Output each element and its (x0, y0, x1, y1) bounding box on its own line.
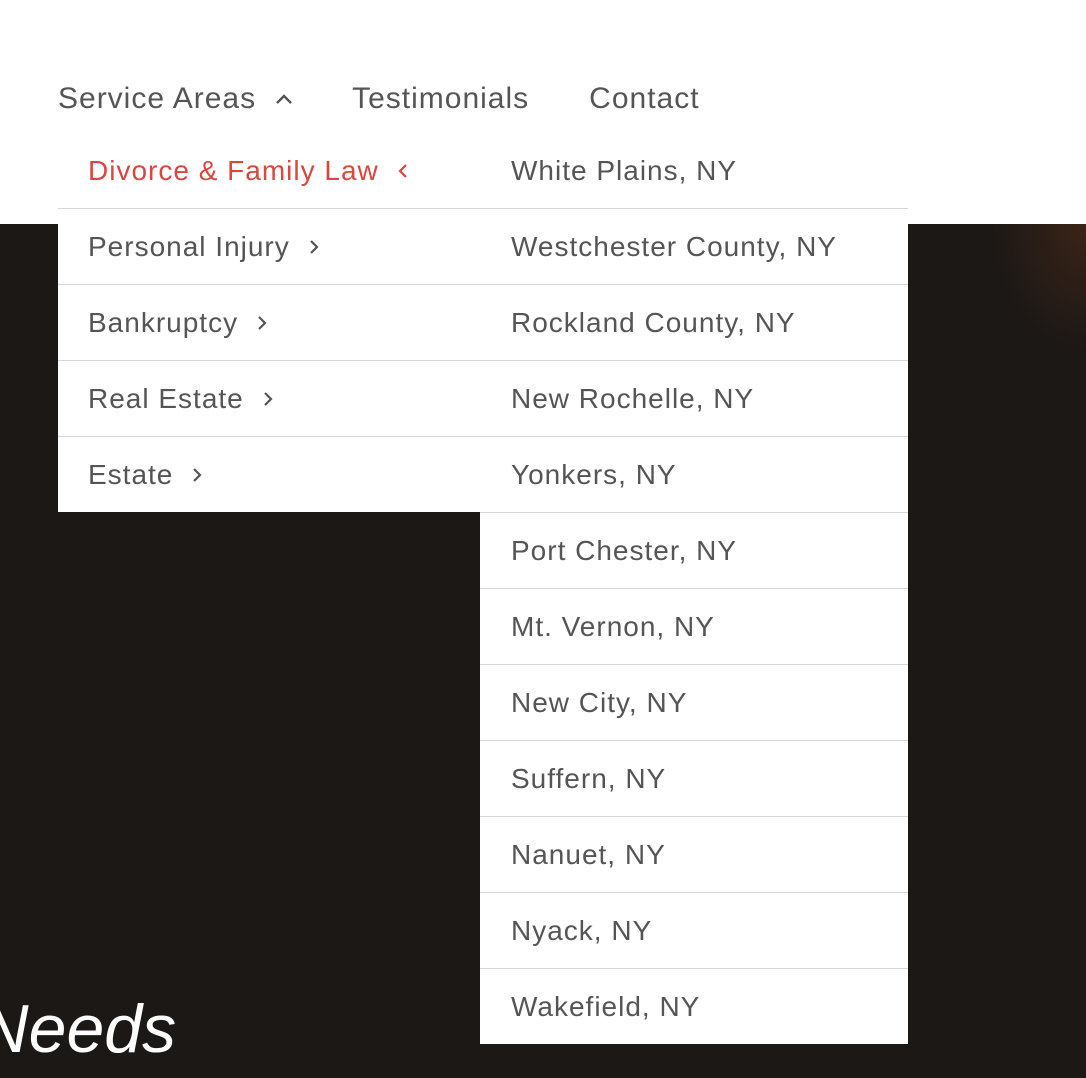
chevron-right-icon (262, 390, 274, 408)
location-item[interactable]: Yonkers, NY (480, 437, 908, 513)
menu-item-label: Estate (88, 458, 174, 490)
menu-item-label: Bankruptcy (88, 306, 239, 338)
menu-item-divorce-family-law[interactable]: Divorce & Family Law (58, 134, 480, 209)
menu-item-real-estate[interactable]: Real Estate (58, 361, 480, 437)
nav-service-areas-label: Service Areas (58, 82, 257, 115)
location-item[interactable]: Port Chester, NY (480, 513, 908, 589)
chevron-left-icon (397, 162, 409, 180)
chevron-right-icon (256, 314, 268, 332)
location-item[interactable]: Westchester County, NY (480, 209, 908, 285)
nav-contact[interactable]: Contact (589, 82, 699, 116)
nav-service-areas[interactable]: Service Areas (58, 82, 294, 116)
location-item-label: White Plains, NY (511, 155, 738, 186)
chevron-right-icon (191, 466, 203, 484)
location-item-label: Port Chester, NY (511, 534, 738, 566)
location-item[interactable]: White Plains, NY (480, 134, 908, 209)
location-item[interactable]: New Rochelle, NY (480, 361, 908, 437)
location-item-label: Rockland County, NY (511, 306, 796, 338)
chevron-right-icon (308, 238, 320, 256)
main-nav: Service Areas Testimonials Contact (58, 76, 760, 122)
menu-item-label: Divorce & Family Law (88, 155, 379, 186)
location-item-label: New Rochelle, NY (511, 382, 755, 414)
hero-headline: r Needs (0, 991, 177, 1067)
nav-testimonials-label: Testimonials (352, 82, 530, 115)
location-item-label: Wakefield, NY (511, 990, 701, 1022)
menu-item-estate[interactable]: Estate (58, 437, 480, 512)
location-item[interactable]: Nyack, NY (480, 893, 908, 969)
location-item-label: New City, NY (511, 686, 688, 718)
location-item-label: Nyack, NY (511, 914, 653, 946)
menu-item-label: Real Estate (88, 382, 244, 414)
location-item[interactable]: Wakefield, NY (480, 969, 908, 1044)
chevron-up-icon (274, 92, 294, 106)
location-item-label: Westchester County, NY (511, 230, 837, 262)
location-item-label: Suffern, NY (511, 762, 667, 794)
location-item-label: Mt. Vernon, NY (511, 610, 715, 642)
nav-testimonials[interactable]: Testimonials (352, 82, 529, 116)
menu-item-bankruptcy[interactable]: Bankruptcy (58, 285, 480, 361)
menu-item-personal-injury[interactable]: Personal Injury (58, 209, 480, 285)
location-item[interactable]: Mt. Vernon, NY (480, 589, 908, 665)
location-item[interactable]: Rockland County, NY (480, 285, 908, 361)
locations-submenu: White Plains, NY Westchester County, NY … (480, 134, 908, 1044)
location-item-label: Nanuet, NY (511, 838, 666, 870)
location-item-label: Yonkers, NY (511, 458, 677, 490)
menu-item-label: Personal Injury (88, 230, 290, 262)
practice-areas-dropdown: Divorce & Family Law Personal Injury Ban… (58, 134, 480, 512)
location-item[interactable]: Suffern, NY (480, 741, 908, 817)
nav-contact-label: Contact (589, 82, 700, 115)
location-item[interactable]: New City, NY (480, 665, 908, 741)
location-item[interactable]: Nanuet, NY (480, 817, 908, 893)
